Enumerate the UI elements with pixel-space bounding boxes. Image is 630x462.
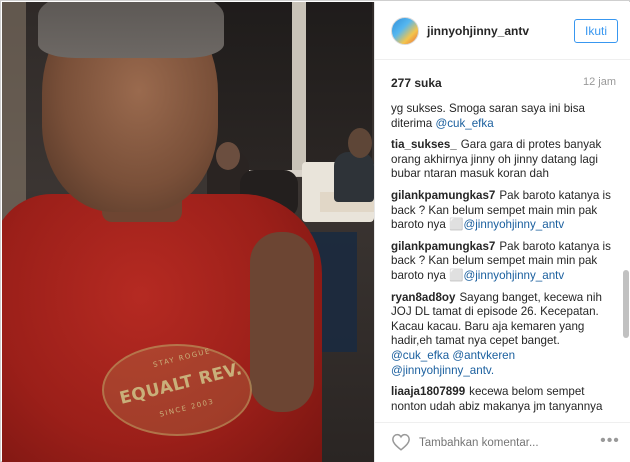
post-header: jinnyohjinny_antv Ikuti xyxy=(375,2,630,60)
heart-icon[interactable] xyxy=(391,433,411,451)
post-timestamp[interactable]: 12 jam xyxy=(583,76,616,88)
image-background-person-head xyxy=(348,128,372,158)
comment-mention-link[interactable]: @cuk_efka @antvkeren @jinnyohjinny_antv. xyxy=(391,349,515,377)
post-stats: 277 suka 12 jam xyxy=(391,76,616,92)
post-footer: ••• xyxy=(375,422,630,462)
follow-button[interactable]: Ikuti xyxy=(574,19,618,43)
comment-author-link[interactable]: ryan8ad8oy xyxy=(391,291,455,304)
post-sidebar: jinnyohjinny_antv Ikuti 277 suka 12 jam … xyxy=(374,2,630,462)
list-item: gilankpamungkas7 Pak baroto katanya is ba… xyxy=(391,240,617,284)
image-arm xyxy=(250,232,314,412)
list-item: yg sukses. Smoga saran saya ini bisa dit… xyxy=(391,102,617,131)
list-item: liaaja1807899 kecewa belom sempet nonton … xyxy=(391,385,617,414)
image-background-person-head xyxy=(216,142,240,170)
avatar[interactable] xyxy=(391,17,419,45)
likes-count[interactable]: 277 suka xyxy=(391,76,442,90)
comment-mention-link[interactable]: @jinnyohjinny_antv xyxy=(463,218,564,231)
comment-author-link[interactable]: liaaja1807899 xyxy=(391,385,465,398)
comment-input[interactable] xyxy=(419,434,589,452)
username-link[interactable]: jinnyohjinny_antv xyxy=(427,24,529,38)
comment-author-link[interactable]: tia_sukses_ xyxy=(391,138,457,151)
list-item: gilankpamungkas7 Pak baroto katanya is ba… xyxy=(391,189,617,233)
comment-mention-link[interactable]: @jinnyohjinny_antv xyxy=(463,269,564,282)
list-item: ryan8ad8oy Sayang banget, kecewa nih JOJ … xyxy=(391,291,617,379)
comment-author-link[interactable]: gilankpamungkas7 xyxy=(391,240,495,253)
post-image[interactable]: STAY ROGUE EQUALT REV. SINCE 2003 xyxy=(2,2,374,462)
image-hair xyxy=(38,2,224,58)
comment-mention-link[interactable]: @cuk_efka xyxy=(435,117,493,130)
image-background-person xyxy=(334,152,374,202)
comments-scrollbar[interactable] xyxy=(623,102,629,414)
comment-author-link[interactable]: gilankpamungkas7 xyxy=(391,189,495,202)
more-options-icon[interactable]: ••• xyxy=(598,430,622,454)
comments-scrollbar-thumb[interactable] xyxy=(623,270,629,338)
comments-list[interactable]: yg sukses. Smoga saran saya ini bisa dit… xyxy=(391,102,617,414)
list-item: tia_sukses_ Gara gara di protes banyak or… xyxy=(391,138,617,182)
post-frame: STAY ROGUE EQUALT REV. SINCE 2003 jinnyo… xyxy=(0,0,630,462)
image-window-frame xyxy=(292,2,306,177)
